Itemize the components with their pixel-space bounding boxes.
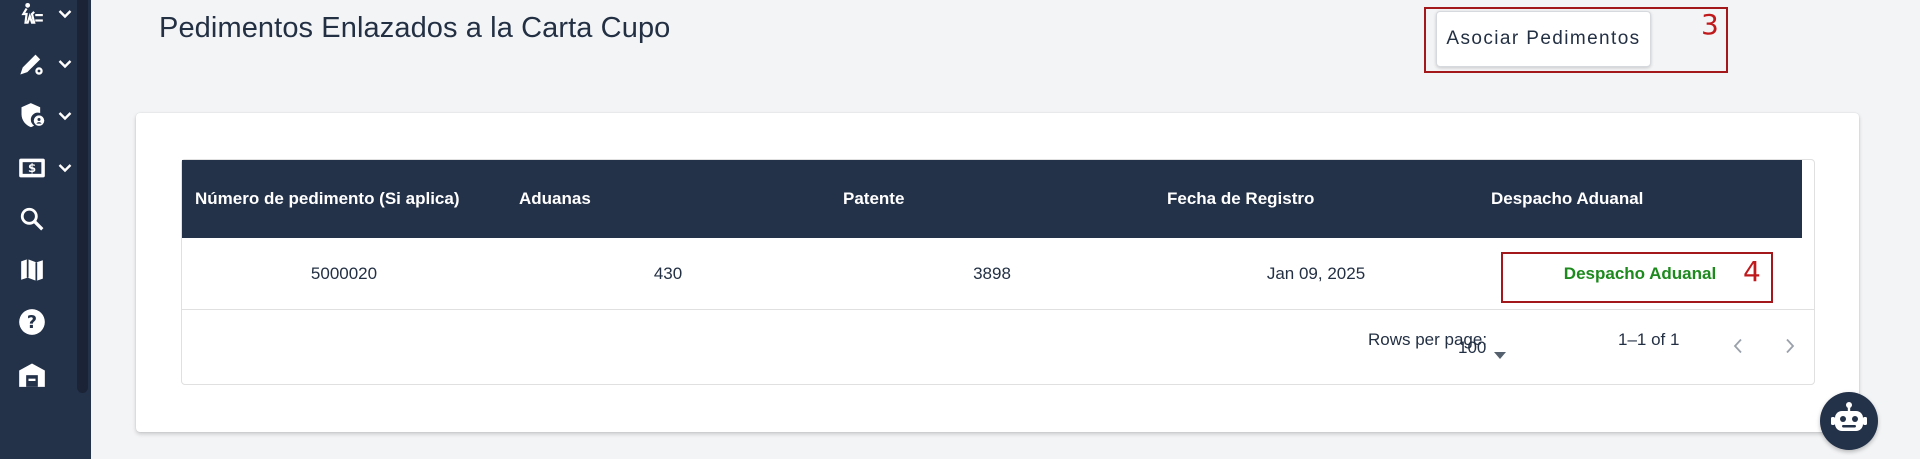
search-icon — [18, 205, 46, 233]
rows-per-page-select[interactable]: 100 — [1442, 332, 1512, 364]
cell-aduanas: 430 — [653, 263, 683, 283]
person-hierarchy-icon — [18, 0, 46, 28]
sidebar-item-map[interactable] — [18, 250, 78, 290]
annotation-marker-4: 4 — [1743, 255, 1761, 288]
table-pagination: Rows per page: 100 1–1 of 1 — [182, 310, 1814, 385]
column-header-aduanas: Aduanas — [519, 189, 591, 208]
chat-bot-button[interactable] — [1820, 392, 1878, 450]
sidebar-item-person-hierarchy[interactable] — [18, 0, 78, 34]
sidebar-item-shield-user[interactable] — [18, 96, 78, 136]
table-header: Número de pedimento (Si aplica) Aduanas … — [182, 160, 1802, 238]
column-header-despacho: Despacho Aduanal — [1491, 189, 1644, 208]
chevron-left-icon — [1733, 338, 1743, 359]
cell-fecha: Jan 09, 2025 — [1266, 263, 1366, 283]
chevron-down-icon — [56, 107, 74, 125]
column-header-patente: Patente — [843, 189, 905, 208]
pagination-range: 1–1 of 1 — [1618, 330, 1680, 349]
sidebar-item-money[interactable]: $ — [18, 148, 78, 188]
rows-per-page-value: 100 — [1458, 338, 1487, 357]
annotation-box-button — [1424, 7, 1728, 73]
robot-icon — [1829, 399, 1869, 444]
sidebar: $ ? — [0, 0, 91, 459]
svg-text:$: $ — [28, 161, 36, 175]
annotation-marker-3: 3 — [1701, 8, 1719, 41]
chevron-right-icon — [1785, 338, 1795, 359]
help-icon: ? — [18, 308, 46, 336]
column-header-fecha: Fecha de Registro — [1167, 189, 1315, 208]
next-page-button[interactable] — [1776, 334, 1804, 362]
sidebar-item-search[interactable] — [18, 199, 78, 239]
page-title: Pedimentos Enlazados a la Carta Cupo — [159, 12, 671, 44]
cell-numero: 5000020 — [310, 263, 378, 283]
dropdown-arrow-icon — [1494, 344, 1506, 364]
svg-text:?: ? — [27, 313, 37, 333]
map-icon — [18, 256, 46, 284]
column-header-numero: Número de pedimento (Si aplica) — [195, 189, 460, 208]
sidebar-item-help[interactable]: ? — [18, 302, 78, 342]
warehouse-icon — [18, 360, 46, 388]
money-icon: $ — [18, 154, 46, 182]
main-content: Pedimentos Enlazados a la Carta Cupo Aso… — [91, 0, 1920, 459]
chevron-down-icon — [56, 55, 74, 73]
sidebar-item-warehouse[interactable] — [18, 354, 78, 394]
chevron-down-icon — [56, 159, 74, 177]
previous-page-button[interactable] — [1724, 334, 1752, 362]
annotation-box-link — [1501, 252, 1773, 303]
shield-user-icon — [18, 102, 46, 130]
sidebar-scrollbar[interactable] — [77, 0, 88, 393]
chevron-down-icon — [56, 5, 74, 23]
cell-patente: 3898 — [973, 263, 1011, 283]
sidebar-item-edit-settings[interactable] — [18, 44, 78, 84]
edit-settings-icon — [18, 50, 46, 78]
